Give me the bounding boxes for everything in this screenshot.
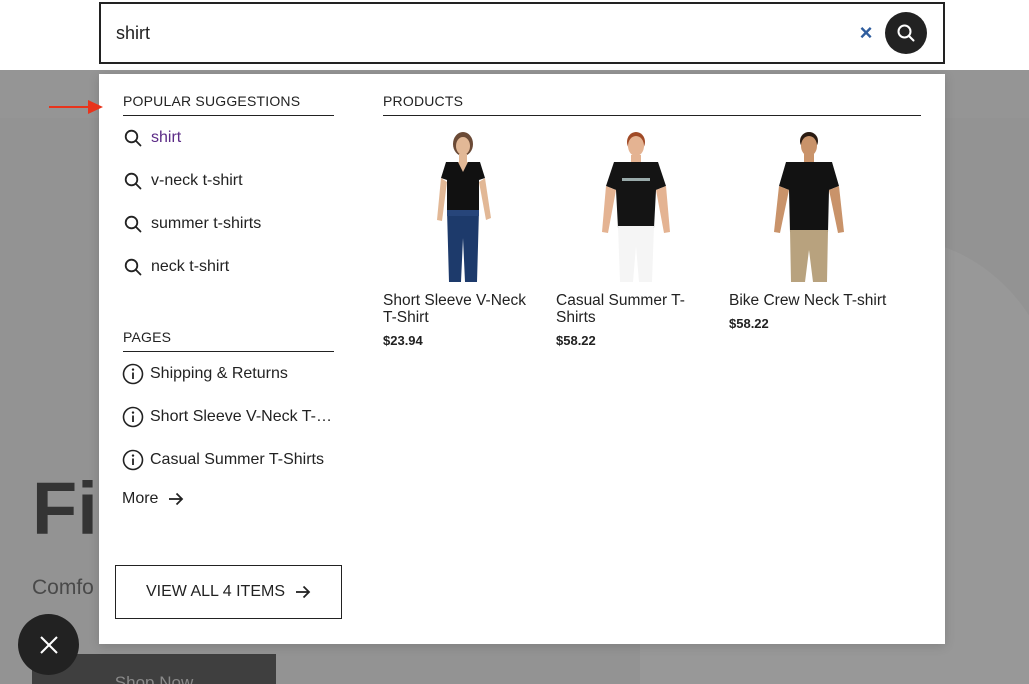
info-icon	[122, 449, 144, 471]
suggestion-label: neck t-shirt	[151, 258, 230, 275]
product-card[interactable]: Short Sleeve V-Neck T-Shirt $23.94	[383, 128, 543, 348]
product-price: $58.22	[556, 333, 596, 348]
clear-search-button[interactable]: ×	[853, 20, 879, 46]
product-image	[556, 128, 716, 282]
product-name: Bike Crew Neck T-shirt	[729, 292, 887, 309]
search-icon	[123, 171, 143, 191]
search-icon	[123, 214, 143, 234]
view-all-items-button[interactable]: VIEW ALL 4 ITEMS	[115, 565, 342, 619]
search-button[interactable]	[885, 12, 927, 54]
search-icon	[123, 128, 143, 148]
page-link-label: Casual Summer T-Shirts	[150, 451, 324, 468]
info-icon	[122, 406, 144, 428]
annotation-arrow-icon	[49, 100, 103, 114]
popular-suggestions-title: POPULAR SUGGESTIONS	[123, 93, 334, 116]
arrow-right-icon	[296, 585, 311, 599]
close-icon	[39, 635, 58, 654]
suggestion-item[interactable]: summer t-shirts	[123, 211, 261, 237]
products-title: PRODUCTS	[383, 93, 921, 116]
suggestion-item[interactable]: neck t-shirt	[123, 254, 229, 280]
search-bar: ×	[99, 2, 945, 64]
pages-title: PAGES	[123, 329, 334, 352]
page-link-label: Shipping & Returns	[150, 365, 288, 382]
suggestion-label: v-neck t-shirt	[151, 172, 243, 189]
product-price: $58.22	[729, 316, 769, 331]
suggestion-label: summer t-shirts	[151, 215, 262, 232]
search-suggestions-panel: POPULAR SUGGESTIONS shirt v-neck t-shirt…	[99, 74, 945, 644]
page-link[interactable]: Short Sleeve V-Neck T-Shirt	[122, 404, 335, 430]
search-input[interactable]	[116, 18, 816, 48]
product-image	[383, 128, 543, 282]
product-name: Short Sleeve V-Neck T-Shirt	[383, 292, 527, 326]
suggestion-item[interactable]: shirt	[123, 125, 181, 151]
search-icon	[897, 24, 915, 42]
search-icon	[123, 257, 143, 277]
page-link[interactable]: Shipping & Returns	[122, 361, 288, 387]
page-link[interactable]: Casual Summer T-Shirts	[122, 447, 324, 473]
page-link-label: Short Sleeve V-Neck T-Shirt	[150, 408, 335, 425]
arrow-right-icon	[169, 492, 184, 506]
product-name: Casual Summer T-Shirts	[556, 292, 685, 326]
close-floating-button[interactable]	[18, 614, 79, 675]
product-card[interactable]: Casual Summer T-Shirts $58.22	[556, 128, 716, 348]
more-pages-link[interactable]: More	[122, 490, 184, 508]
info-icon	[122, 363, 144, 385]
suggestion-item[interactable]: v-neck t-shirt	[123, 168, 243, 194]
view-all-label: VIEW ALL 4 ITEMS	[145, 583, 285, 600]
product-price: $23.94	[383, 333, 423, 348]
product-image	[729, 128, 889, 282]
product-card[interactable]: Bike Crew Neck T-shirt $58.22	[729, 128, 889, 331]
suggestion-label: shirt	[151, 129, 182, 146]
more-label: More	[122, 490, 159, 507]
